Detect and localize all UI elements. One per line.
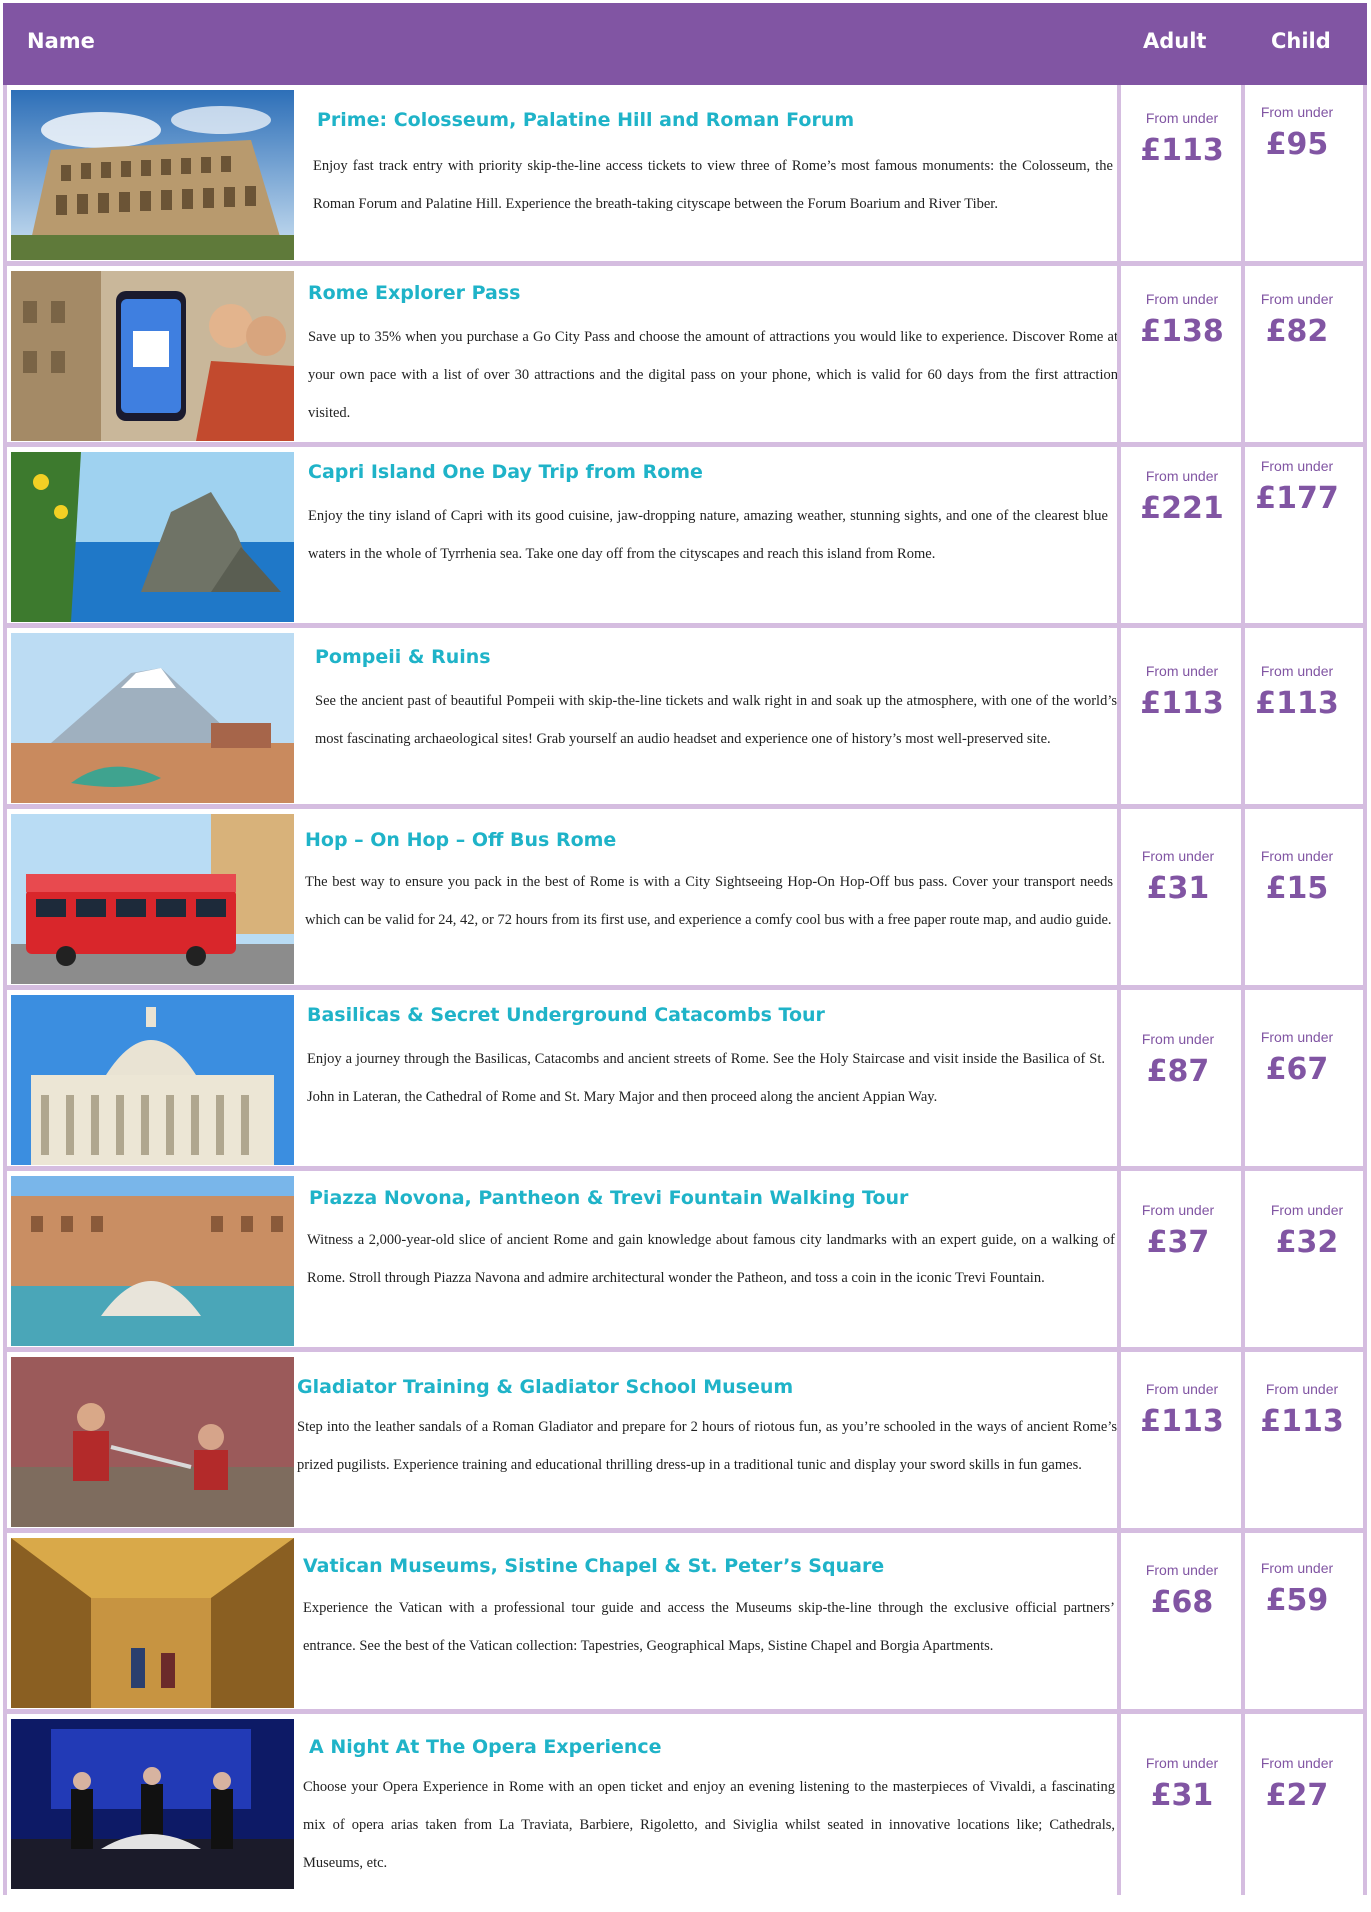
header-adult: Adult [1143,29,1207,53]
basilica-photo [11,995,294,1165]
table-header: Name Adult Child [3,3,1367,85]
table-row: Capri Island One Day Trip from Rome Enjo… [3,447,1367,628]
capri-photo [11,452,294,622]
tour-title: Pompeii & Ruins [315,646,491,668]
table-row: Piazza Novona, Pantheon & Trevi Fountain… [3,1171,1367,1352]
table-row: Vatican Museums, Sistine Chapel & St. Pe… [3,1533,1367,1714]
adult-price: From under £138 [1140,291,1224,349]
tour-title: Vatican Museums, Sistine Chapel & St. Pe… [303,1555,885,1577]
tour-description: The best way to ensure you pack in the b… [305,874,1113,928]
adult-price: From under £68 [1145,1562,1219,1620]
opera-photo [11,1719,294,1889]
adult-price: From under £113 [1140,663,1224,721]
tour-description: Choose your Opera Experience in Rome wit… [303,1779,1115,1871]
tour-description: Enjoy a journey through the Basilicas, C… [307,1051,1105,1105]
colosseum-photo [11,90,294,260]
tour-title: Capri Island One Day Trip from Rome [308,461,703,483]
table-row: A Night At The Opera Experience Choose y… [3,1714,1367,1895]
tour-description: Save up to 35% when you purchase a Go Ci… [308,329,1118,421]
child-price: From under £27 [1260,1755,1334,1813]
table-row: Rome Explorer Pass Save up to 35% when y… [3,266,1367,447]
child-price: From under £113 [1260,1381,1344,1439]
tour-description: See the ancient past of beautiful Pompei… [315,693,1117,747]
child-price: From under £113 [1255,663,1339,721]
vatican-museums-photo [11,1538,294,1708]
adult-price: From under £221 [1140,468,1224,526]
adult-price: From under £31 [1145,1755,1219,1813]
child-price: From under £32 [1270,1202,1344,1260]
tour-title: Rome Explorer Pass [308,282,521,304]
adult-price: From under £31 [1141,848,1215,906]
adult-price: From under £37 [1141,1202,1215,1260]
child-price: From under £67 [1260,1029,1334,1087]
child-price: From under £15 [1260,848,1334,906]
tour-title: Gladiator Training & Gladiator School Mu… [297,1376,794,1398]
adult-price: From under £87 [1141,1031,1215,1089]
child-price: From under £95 [1260,104,1334,162]
table-row: Hop – On Hop – Off Bus Rome The best way… [3,809,1367,990]
child-price: From under £177 [1255,458,1339,516]
tour-title: Hop – On Hop – Off Bus Rome [305,829,617,851]
tour-description: Witness a 2,000-year-old slice of ancien… [307,1232,1115,1286]
tour-description: Step into the leather sandals of a Roman… [297,1419,1117,1473]
header-name: Name [27,29,95,53]
table-row: Basilicas & Secret Underground Catacombs… [3,990,1367,1171]
tour-description: Enjoy the tiny island of Capri with its … [308,508,1108,562]
tour-description: Experience the Vatican with a profession… [303,1600,1115,1654]
adult-price: From under £113 [1140,110,1224,168]
table-row: Pompeii & Ruins See the ancient past of … [3,628,1367,809]
child-price: From under £59 [1260,1560,1334,1618]
tour-description: Enjoy fast track entry with priority ski… [313,158,1113,212]
tour-title: Basilicas & Secret Underground Catacombs… [307,1004,825,1026]
adult-price: From under £113 [1140,1381,1224,1439]
child-price: From under £82 [1260,291,1334,349]
bus-photo [11,814,294,984]
header-child: Child [1271,29,1331,53]
pompeii-photo [11,633,294,803]
piazza-navona-photo [11,1176,294,1346]
tours-table: Prime: Colosseum, Palatine Hill and Roma… [3,85,1367,1895]
tour-title: Prime: Colosseum, Palatine Hill and Roma… [317,109,855,131]
table-row: Prime: Colosseum, Palatine Hill and Roma… [3,85,1367,266]
table-row: Gladiator Training & Gladiator School Mu… [3,1352,1367,1533]
city-pass-photo [11,271,294,441]
gladiator-photo [11,1357,294,1527]
tour-title: A Night At The Opera Experience [309,1736,662,1758]
tour-title: Piazza Novona, Pantheon & Trevi Fountain… [309,1187,909,1209]
